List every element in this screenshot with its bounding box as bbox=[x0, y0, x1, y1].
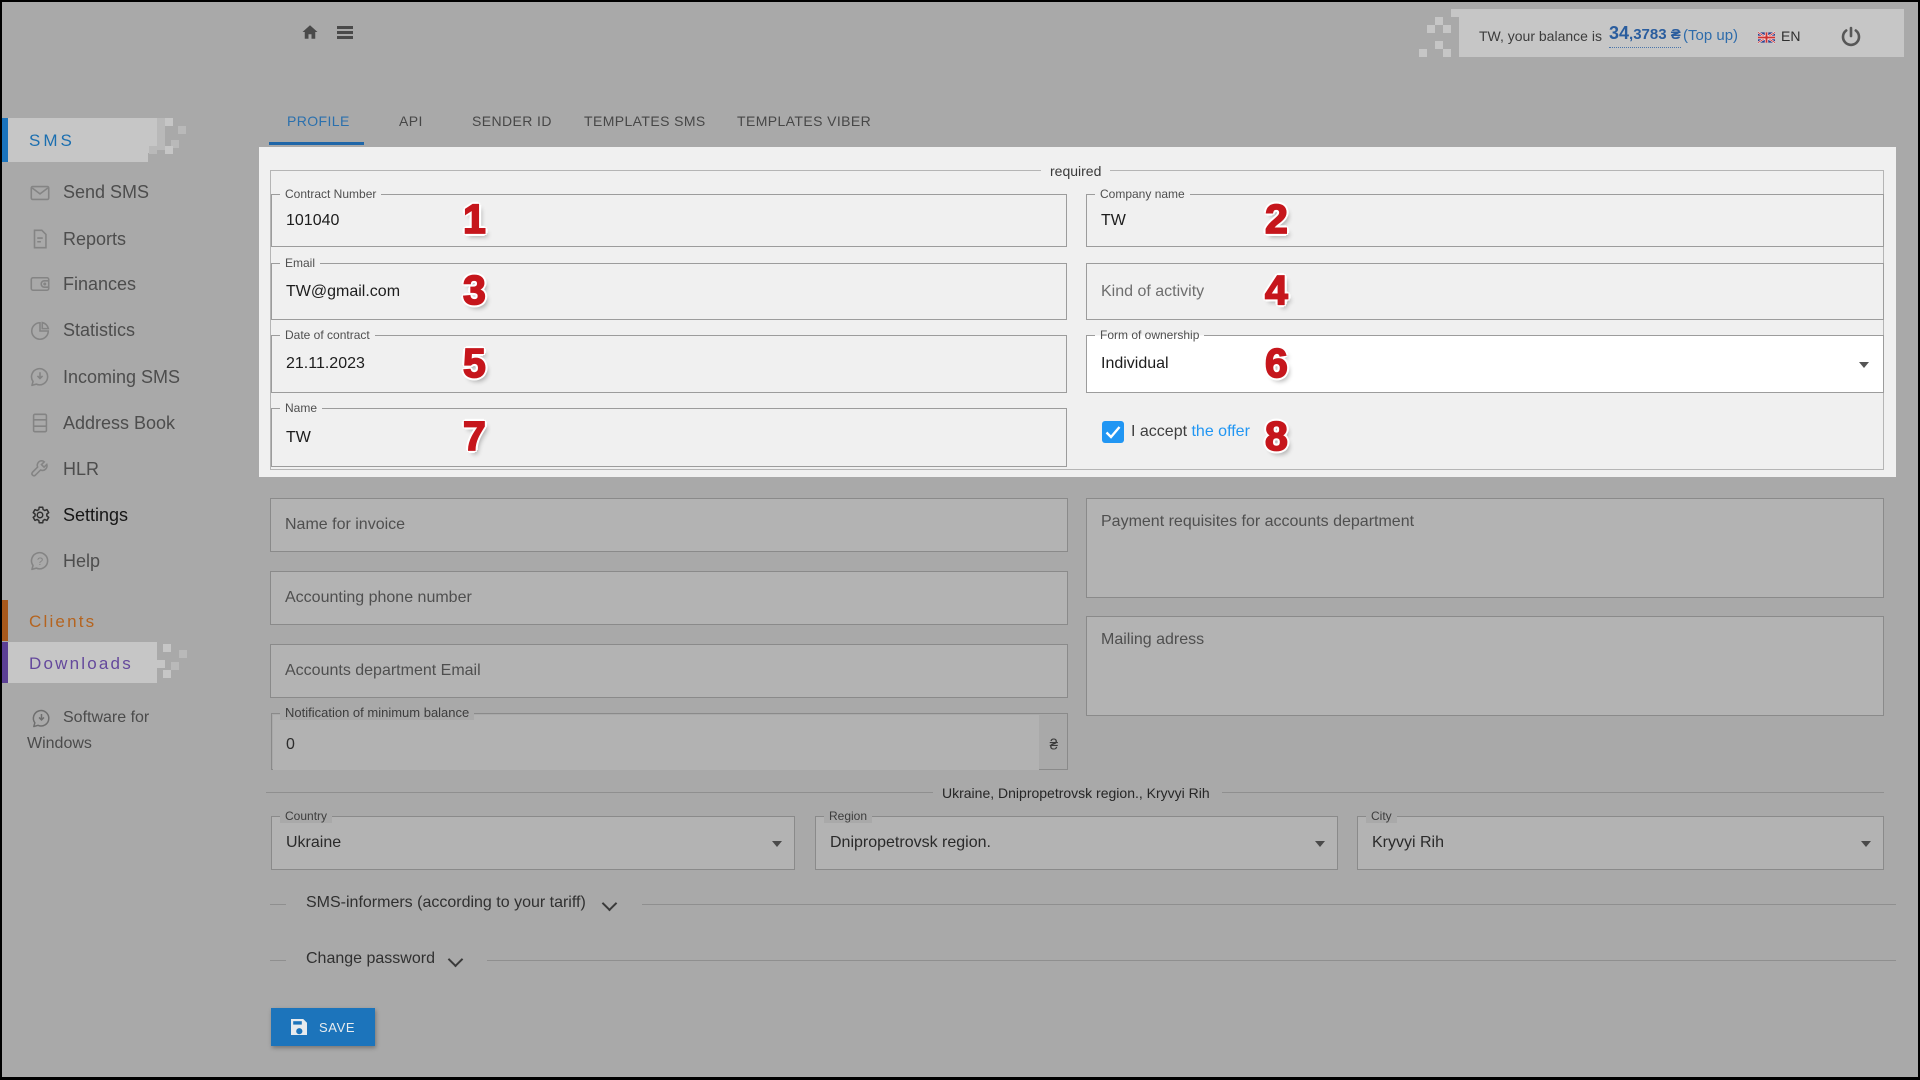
svg-text:?: ? bbox=[37, 556, 43, 568]
